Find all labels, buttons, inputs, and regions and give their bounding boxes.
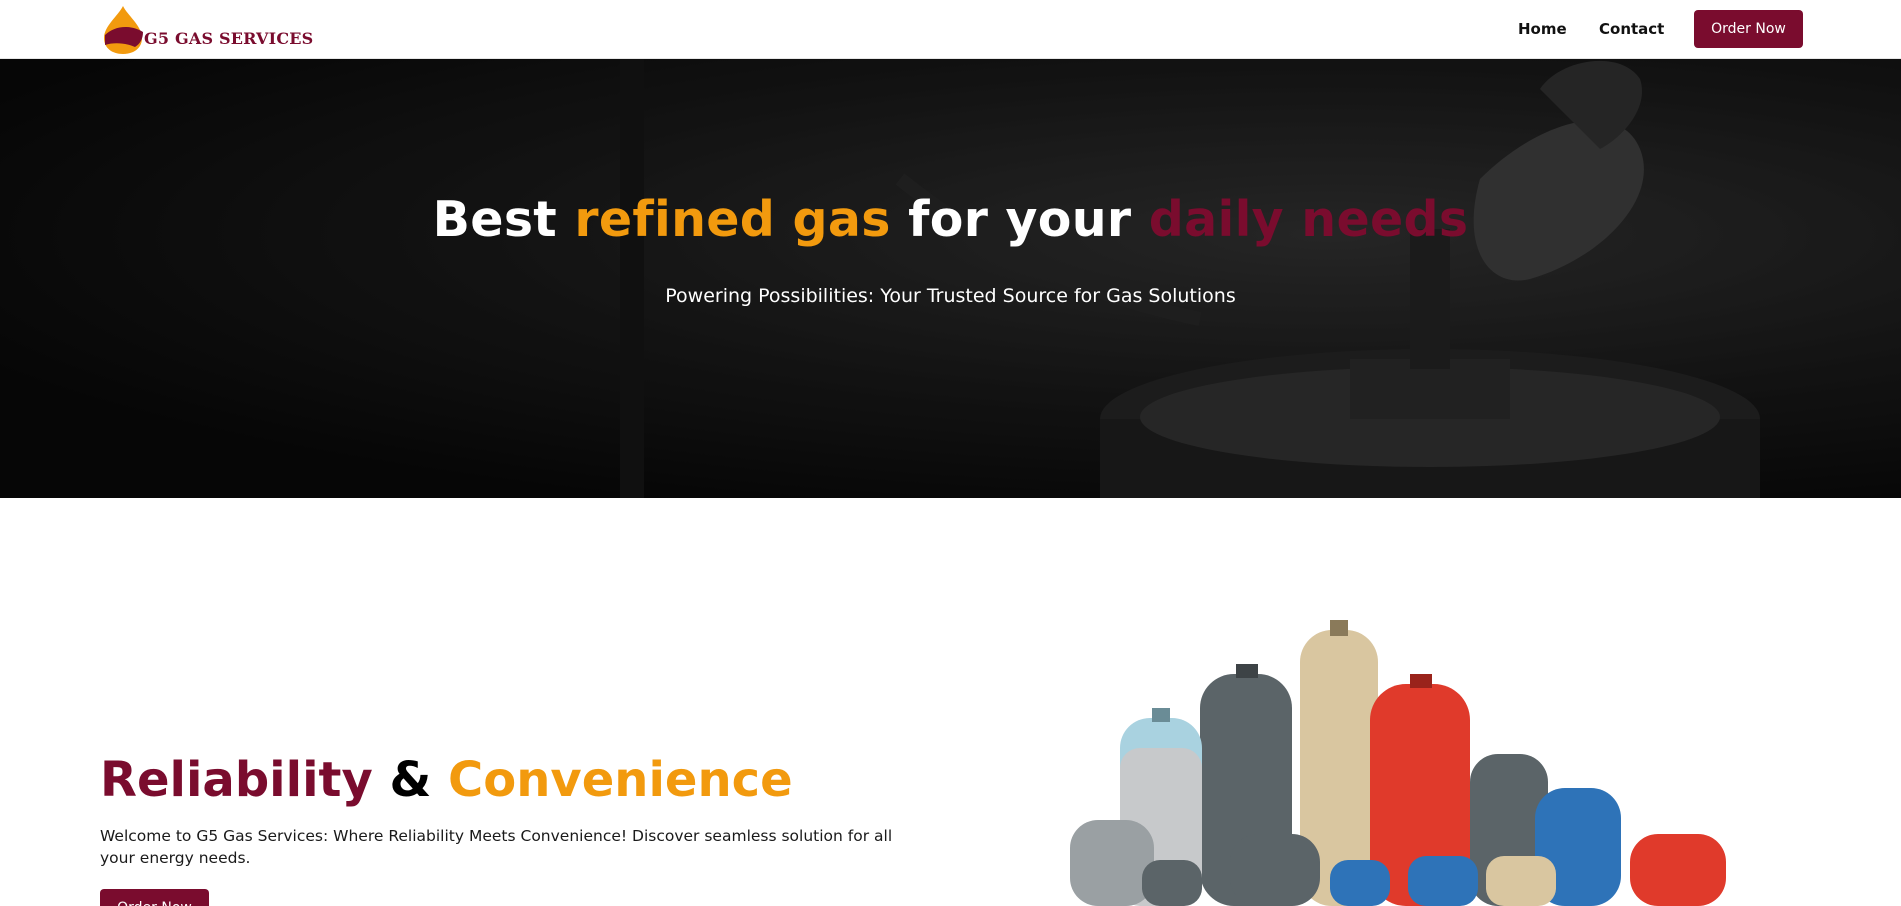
hero-banner: Best refined gas for your daily needs Po…	[0, 59, 1901, 498]
brand-logo[interactable]: G5 GAS SERVICES	[100, 4, 313, 56]
about-description: Welcome to G5 Gas Services: Where Reliab…	[100, 827, 893, 867]
nav-home-link[interactable]: Home	[1518, 20, 1567, 38]
hero-background-image	[0, 59, 1901, 498]
brand-name: G5 GAS SERVICES	[144, 29, 314, 48]
navbar: G5 GAS SERVICES Home Contact Order Now	[0, 0, 1901, 59]
about-order-now-button[interactable]: Order Now	[100, 889, 209, 906]
about-title: Reliability & Convenience	[100, 752, 793, 808]
hero-title-part-4: daily needs	[1148, 191, 1469, 248]
gas-flame-logo-icon	[104, 6, 143, 54]
about-title-part-2: &	[372, 752, 449, 808]
hero-title-part-1: Best	[432, 191, 575, 248]
hero-subtitle: Powering Possibilities: Your Trusted Sou…	[665, 285, 1236, 307]
nav-order-now-button[interactable]: Order Now	[1694, 10, 1803, 48]
hero-title-part-2: refined gas	[574, 191, 891, 248]
about-title-part-1: Reliability	[100, 752, 373, 808]
nav-contact-link[interactable]: Contact	[1599, 20, 1664, 38]
hero-title-part-3: for your	[890, 191, 1149, 248]
hero-title: Best refined gas for your daily needs	[0, 191, 1901, 248]
about-title-part-3: Convenience	[448, 752, 793, 808]
gas-cylinders-image	[1070, 620, 1726, 906]
